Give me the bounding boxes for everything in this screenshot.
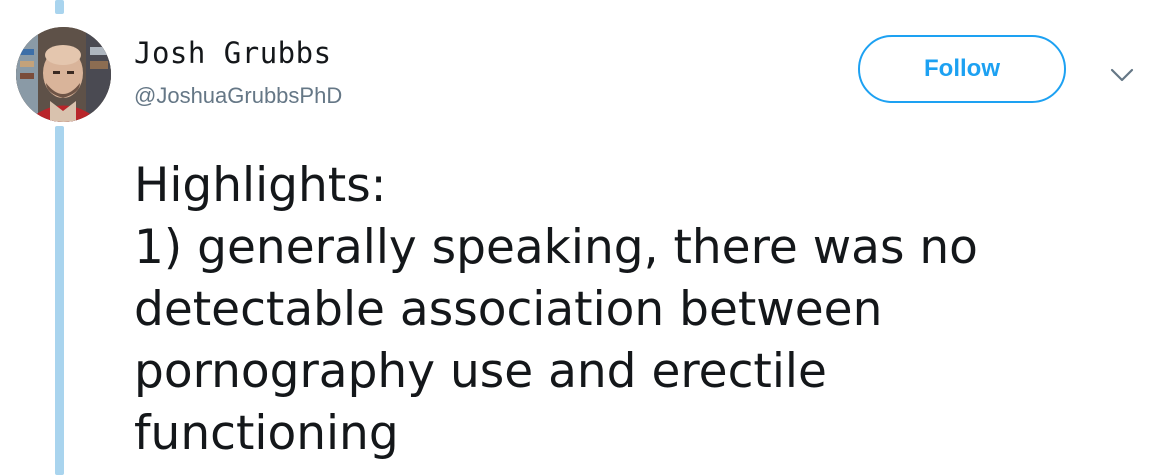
tweet-text-line: functioning [134, 406, 399, 461]
thread-connector-top [55, 0, 64, 14]
author-handle[interactable]: @JoshuaGrubbsPhD [134, 83, 342, 109]
avatar[interactable] [16, 27, 111, 122]
tweet-text: Highlights: 1) generally speaking, there… [134, 155, 1114, 465]
tweet-card: Josh Grubbs @JoshuaGrubbsPhD Follow High… [0, 0, 1155, 475]
thread-connector-line [55, 126, 64, 475]
tweet-text-line: Highlights: [134, 158, 387, 213]
tweet-text-line: pornography use and erectile [134, 344, 827, 399]
profile-photo-icon [16, 27, 111, 122]
author-display-name[interactable]: Josh Grubbs [134, 36, 332, 70]
tweet-text-line: 1) generally speaking, there was no [134, 220, 978, 275]
follow-button[interactable]: Follow [858, 35, 1066, 103]
tweet-menu-button[interactable] [1104, 62, 1140, 88]
chevron-down-icon [1110, 68, 1134, 82]
tweet-text-line: detectable association between [134, 282, 883, 337]
